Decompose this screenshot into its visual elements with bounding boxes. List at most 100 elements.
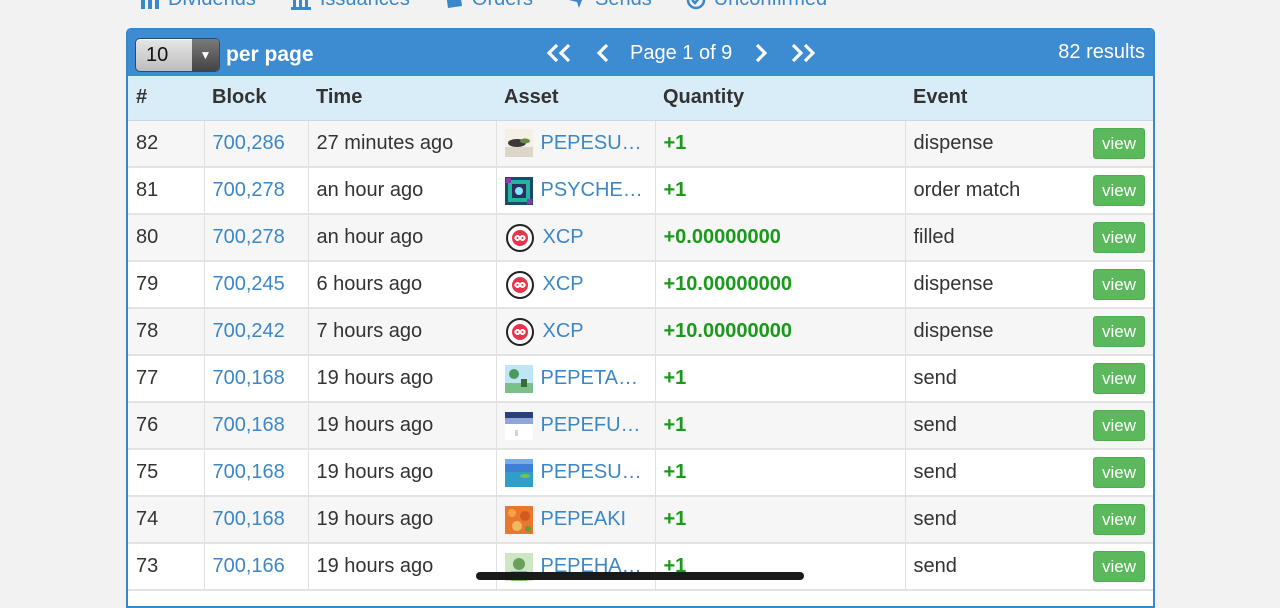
view-button[interactable]: view [1092,363,1145,394]
view-button[interactable]: view [1092,316,1145,347]
block-link[interactable]: 700,168 [213,367,285,389]
col-header-quantity[interactable]: Quantity [655,76,905,121]
nav-dividends[interactable]: Dividends [140,0,256,11]
panel-toolbar: 10 ▼ per page Page 1 of 9 82 results [128,30,1153,76]
nav-sends[interactable]: Sends [567,0,652,11]
col-header-time[interactable]: Time [308,76,496,121]
event-type: order match [913,179,1021,201]
next-page-button[interactable] [754,42,768,64]
pepeaki-thumb [504,505,533,534]
row-time: 19 hours ago [308,449,497,497]
nav-sends-label: Sends [595,0,652,11]
event-type: send [913,367,957,389]
quantity-value: +1 [663,414,687,436]
row-time: 7 hours ago [308,308,497,356]
row-number: 73 [128,543,205,591]
asset-link[interactable]: PSYCHE… [541,179,643,202]
block-link[interactable]: 700,242 [213,320,285,342]
asset-cell: XCP [505,317,647,347]
asset-link[interactable]: PEPETARO [541,367,647,390]
first-page-button[interactable] [544,42,574,64]
home-indicator [476,572,804,580]
col-header-block[interactable]: Block [204,76,308,121]
asset-link[interactable]: PEPEAKI [541,508,627,531]
row-time: 19 hours ago [308,355,497,403]
view-button[interactable]: view [1092,175,1145,206]
asset-cell: PEPESU… [504,129,647,158]
per-page-select[interactable]: 10 ▼ [135,38,220,72]
asset-link[interactable]: PEPESU… [541,461,642,484]
table-row: 75 700,168 19 hours ago PEPESU… +1 send … [128,449,1153,497]
asset-cell: XCP [505,223,647,253]
view-button[interactable]: view [1092,457,1145,488]
pepe-summer-thumb [504,458,533,487]
block-link[interactable]: 700,286 [213,132,285,154]
double-chevron-right-icon [792,43,816,63]
event-type: send [913,461,957,483]
view-button[interactable]: view [1092,222,1145,253]
asset-cell: XCP [505,270,647,300]
row-time: an hour ago [308,214,497,262]
asset-cell: PEPEAKI [504,505,647,534]
asset-link[interactable]: PEPESU… [541,132,642,155]
row-number: 77 [128,355,205,403]
row-number: 75 [128,449,205,497]
event-type: filled [913,226,955,248]
row-number: 80 [128,214,205,262]
nav-issuances[interactable]: Issuances [290,0,410,11]
row-time: 19 hours ago [308,496,497,544]
quantity-value: +1 [663,461,687,483]
issuances-icon [290,0,311,10]
asset-link[interactable]: XCP [543,320,584,343]
row-number: 78 [128,308,205,356]
prev-page-button[interactable] [596,42,610,64]
row-time: 27 minutes ago [308,120,497,168]
asset-link[interactable]: XCP [543,226,584,249]
dividends-icon [141,0,159,9]
table-row: 74 700,168 19 hours ago PEPEAKI +1 send … [128,496,1153,544]
per-page-label: per page [226,43,314,66]
nav-orders[interactable]: Orders [444,0,533,11]
pepe-sunset-thumb [504,129,533,158]
block-link[interactable]: 700,245 [213,273,285,295]
event-type: send [913,555,957,577]
col-header-num[interactable]: # [128,76,204,121]
dropdown-arrow-icon: ▼ [192,39,219,71]
view-button[interactable]: view [1092,551,1145,582]
table-body: 82 700,286 27 minutes ago PEPESU… +1 dis… [128,120,1153,591]
asset-cell: PEPETARO [504,364,647,393]
double-chevron-left-icon [546,43,571,63]
block-link[interactable]: 700,168 [213,414,285,436]
event-type: dispense [913,320,994,342]
block-link[interactable]: 700,168 [213,461,285,483]
table-row: 78 700,242 7 hours ago XCP +10.00000000 … [128,308,1153,356]
asset-link[interactable]: XCP [543,273,584,296]
view-button[interactable]: view [1092,410,1145,441]
block-link[interactable]: 700,278 [213,179,285,201]
nav-unconfirmed[interactable]: Unconfirmed [686,0,827,11]
last-page-button[interactable] [788,42,818,64]
nav-orders-label: Orders [472,0,533,11]
quantity-value: +1 [663,508,687,530]
results-count: 82 results [1058,41,1145,63]
row-time: 19 hours ago [308,402,497,450]
view-button[interactable]: view [1092,127,1145,159]
top-nav: Dividends Issuances Orders Sends Unconfi… [0,0,1280,28]
results-panel: 10 ▼ per page Page 1 of 9 82 results # B… [126,28,1155,608]
event-type: dispense [913,273,994,295]
row-number: 79 [128,261,205,309]
table-header-row: # Block Time Asset Quantity Event [128,76,1153,121]
col-header-event[interactable]: Event [905,76,1153,121]
col-header-asset[interactable]: Asset [496,76,655,121]
view-button[interactable]: view [1092,269,1145,300]
asset-link[interactable]: PEPEFUYU [541,414,647,437]
table-row: 77 700,168 19 hours ago PEPETARO +1 send… [128,355,1153,403]
block-link[interactable]: 700,168 [213,508,285,530]
table-row: 73 700,166 19 hours ago PEPEHARU +1 send… [128,543,1153,591]
nav-unconfirmed-label: Unconfirmed [714,0,827,11]
event-type: send [913,508,957,530]
block-link[interactable]: 700,278 [213,226,285,248]
block-link[interactable]: 700,166 [213,555,285,577]
chevron-right-icon [756,43,768,63]
view-button[interactable]: view [1092,504,1145,535]
